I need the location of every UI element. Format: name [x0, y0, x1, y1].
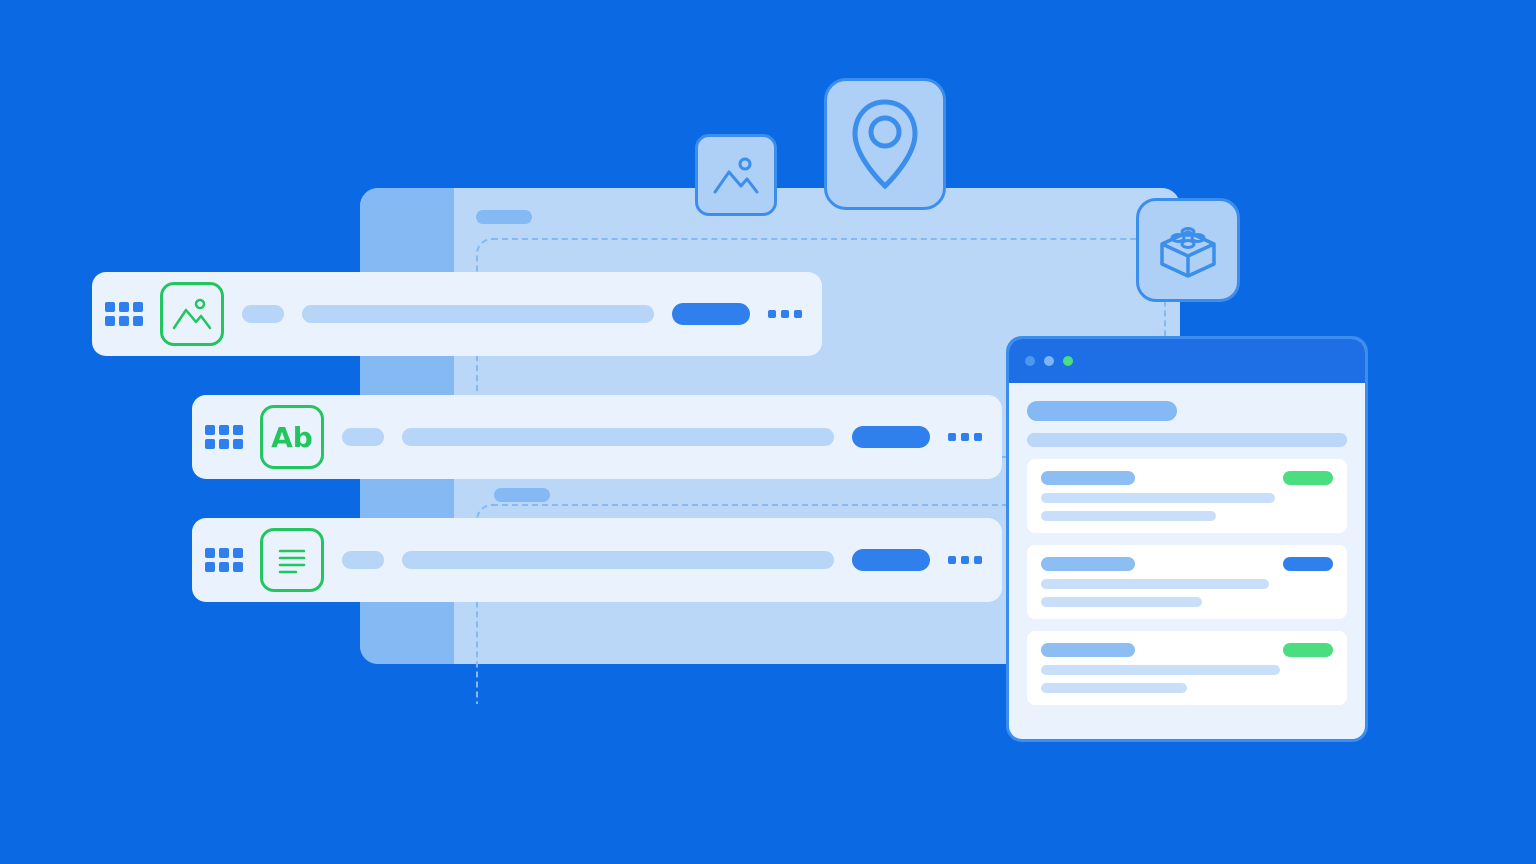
field-tag-placeholder: [342, 551, 384, 569]
field-action-badge[interactable]: [672, 303, 750, 325]
drag-handle-icon[interactable]: [106, 296, 142, 332]
window-titlebar: [1009, 339, 1365, 383]
paragraph-icon: [272, 540, 312, 580]
card-line-placeholder: [1041, 683, 1187, 693]
more-menu-icon[interactable]: [948, 556, 982, 564]
image-type-chip[interactable]: [695, 134, 777, 216]
card-line-placeholder: [1041, 511, 1216, 521]
field-label-placeholder: [302, 305, 654, 323]
preview-card[interactable]: [1027, 459, 1347, 533]
block-type-chip[interactable]: [1136, 198, 1240, 302]
field-row-image[interactable]: [92, 272, 822, 356]
status-badge: [1283, 643, 1333, 657]
field-row-text[interactable]: Ab: [192, 395, 1002, 479]
drag-handle-icon[interactable]: [206, 419, 242, 455]
image-icon: [170, 292, 214, 336]
field-action-badge[interactable]: [852, 426, 930, 448]
status-badge: [1283, 557, 1333, 571]
field-row-paragraph[interactable]: [192, 518, 1002, 602]
drag-handle-icon[interactable]: [206, 542, 242, 578]
preview-card[interactable]: [1027, 631, 1347, 705]
more-menu-icon[interactable]: [948, 433, 982, 441]
card-title-placeholder: [1041, 557, 1135, 571]
status-badge: [1283, 471, 1333, 485]
preview-subheading-placeholder: [1027, 433, 1347, 447]
card-line-placeholder: [1041, 579, 1269, 589]
pin-icon: [847, 96, 923, 192]
image-icon: [711, 150, 761, 200]
preview-body: [1009, 383, 1365, 705]
section-label-placeholder: [494, 488, 550, 502]
field-type-icon-box: Ab: [260, 405, 324, 469]
field-tag-placeholder: [342, 428, 384, 446]
illustration-stage: Ab: [0, 0, 1536, 864]
field-type-icon-box: [160, 282, 224, 346]
more-menu-icon[interactable]: [768, 310, 802, 318]
field-tag-placeholder: [242, 305, 284, 323]
card-title-placeholder: [1041, 471, 1135, 485]
card-title-placeholder: [1041, 643, 1135, 657]
field-label-placeholder: [402, 551, 834, 569]
field-type-icon-box: [260, 528, 324, 592]
text-icon: Ab: [271, 421, 313, 454]
preview-card[interactable]: [1027, 545, 1347, 619]
card-line-placeholder: [1041, 597, 1202, 607]
location-type-chip[interactable]: [824, 78, 946, 210]
field-action-badge[interactable]: [852, 549, 930, 571]
traffic-light-minimize-icon[interactable]: [1044, 356, 1054, 366]
field-label-placeholder: [402, 428, 834, 446]
traffic-light-zoom-icon[interactable]: [1063, 356, 1073, 366]
preview-window: [1006, 336, 1368, 742]
traffic-light-close-icon[interactable]: [1025, 356, 1035, 366]
lego-block-icon: [1152, 214, 1224, 286]
card-line-placeholder: [1041, 665, 1280, 675]
card-line-placeholder: [1041, 493, 1275, 503]
section-label-placeholder: [476, 210, 532, 224]
preview-heading-placeholder: [1027, 401, 1177, 421]
